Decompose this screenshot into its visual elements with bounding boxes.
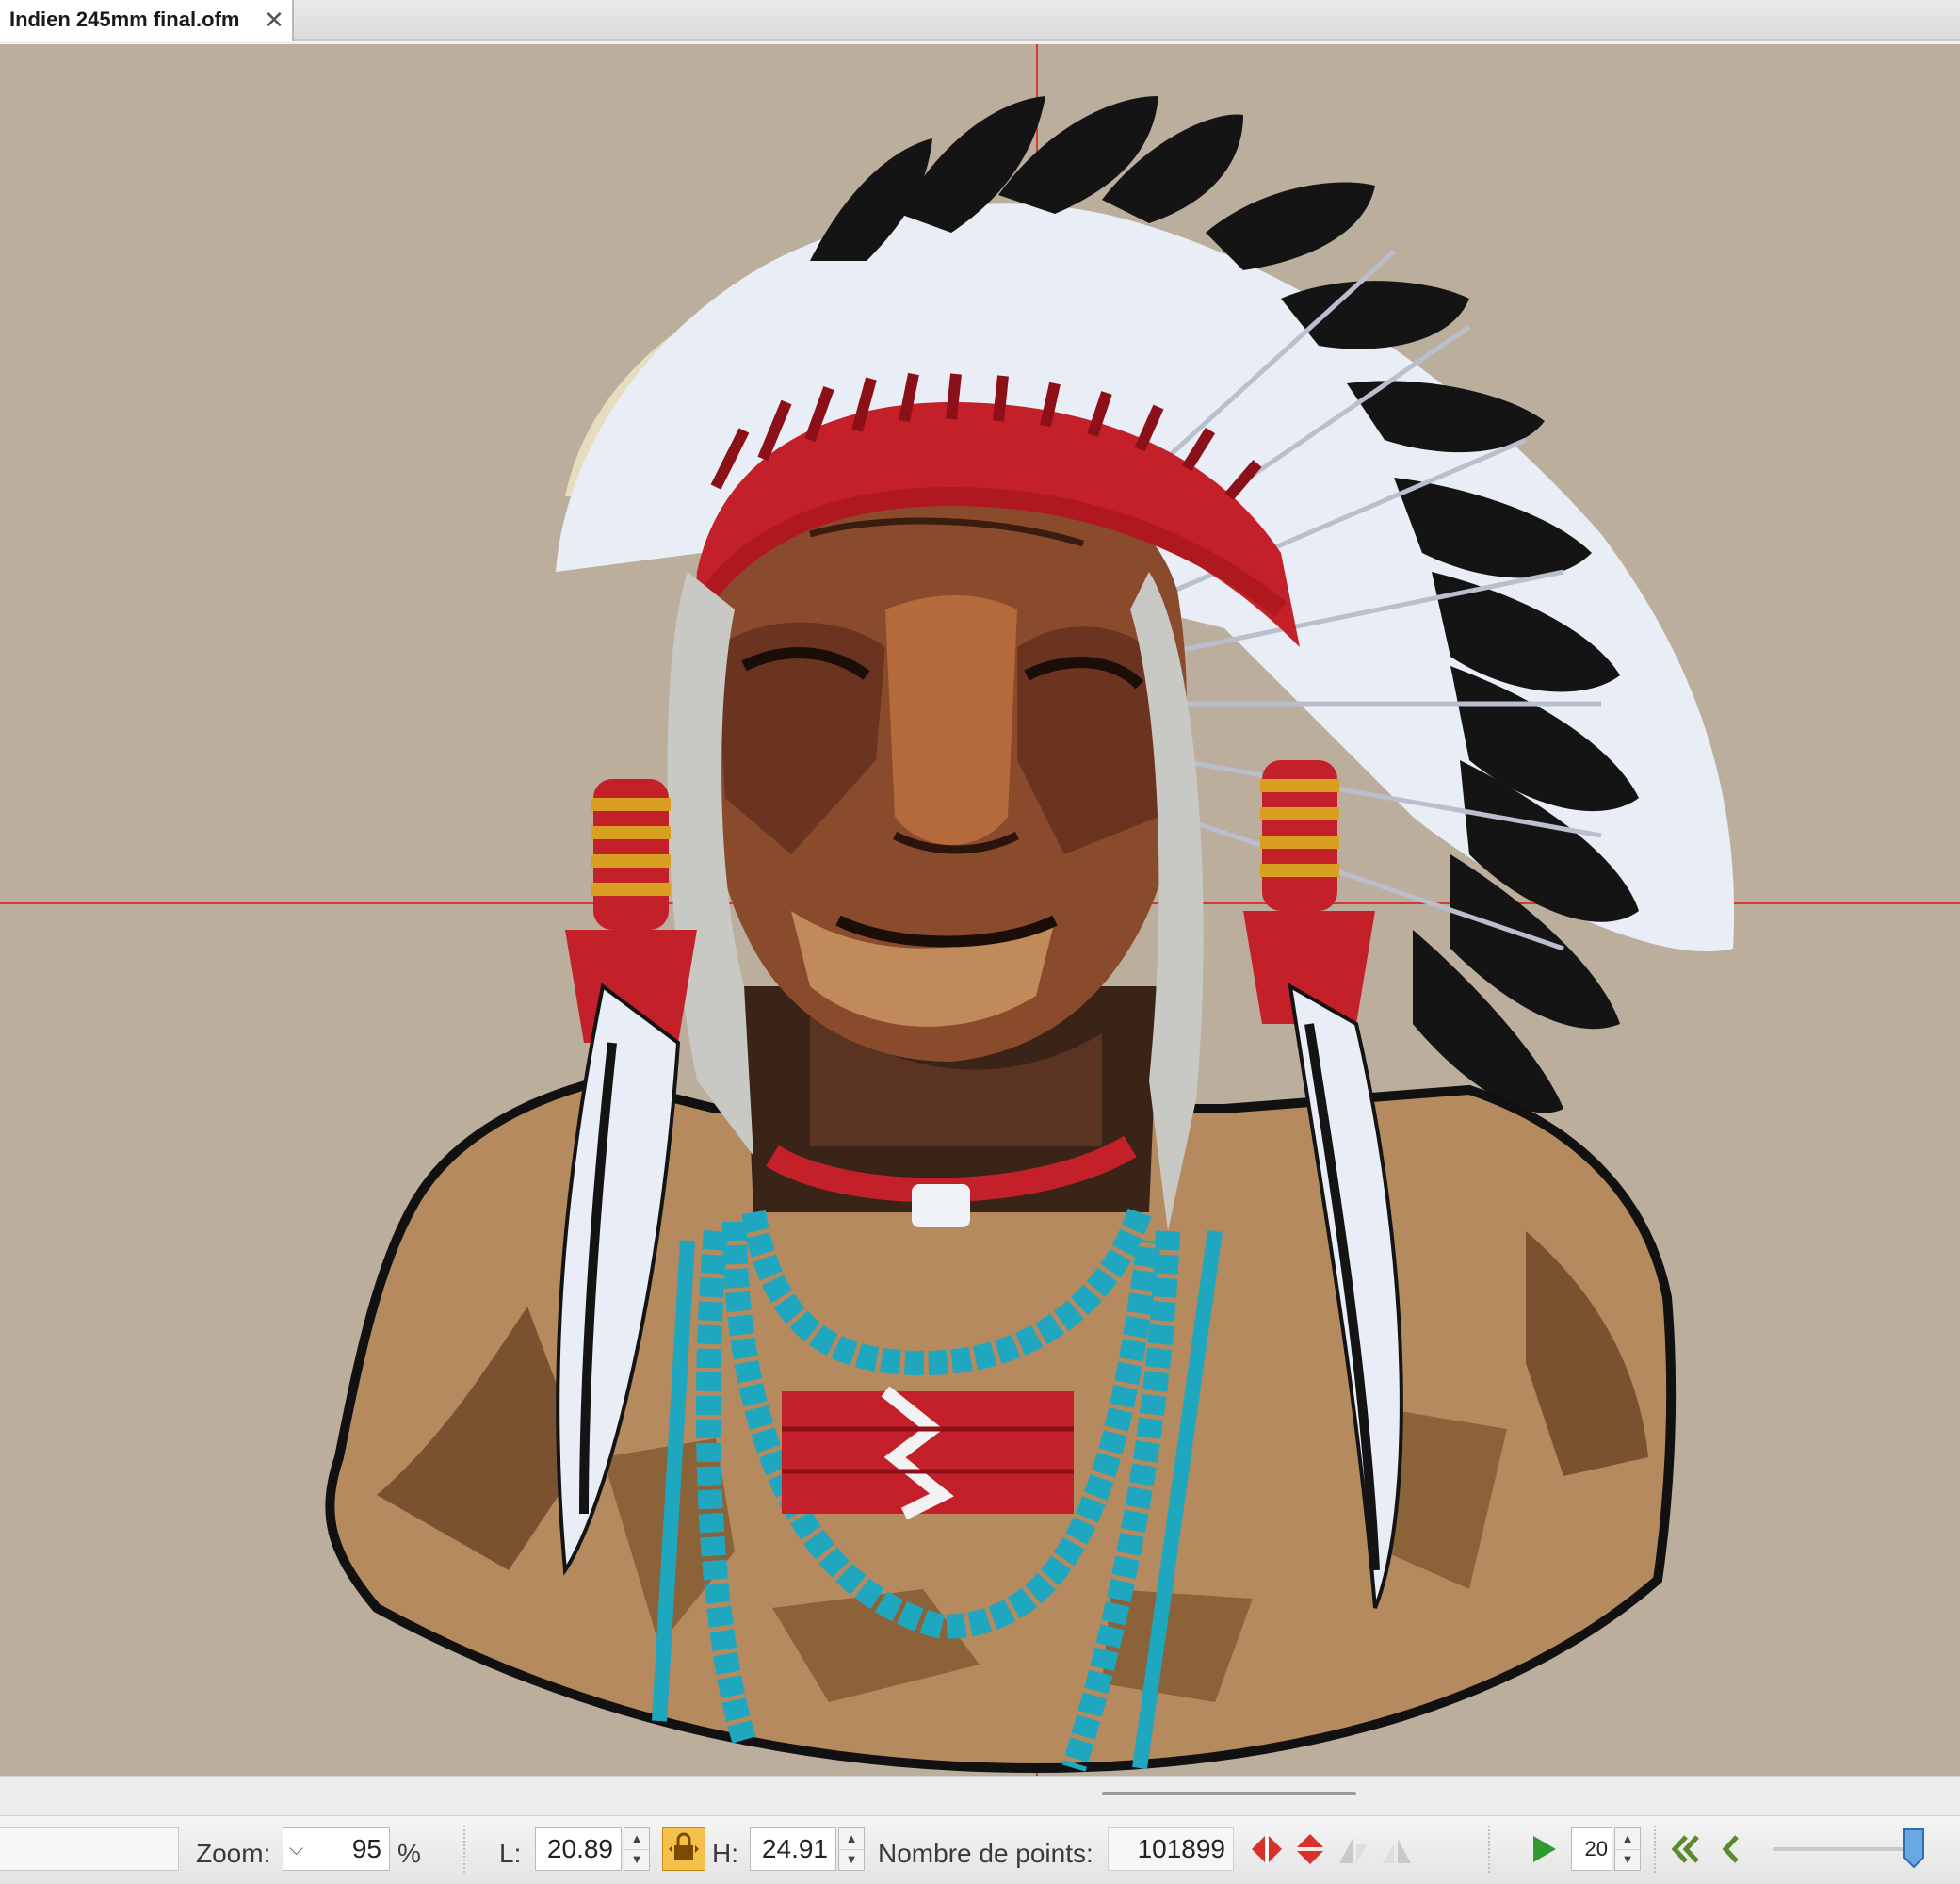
scrollbar-thumb[interactable] bbox=[1102, 1792, 1356, 1795]
spin-up-icon[interactable]: ▲ bbox=[624, 1828, 649, 1850]
flip-horizontal-icon[interactable] bbox=[1249, 1831, 1285, 1867]
toolbar-separator bbox=[463, 1826, 467, 1873]
position-slider-track[interactable] bbox=[1773, 1847, 1914, 1851]
spin-up-icon[interactable]: ▲ bbox=[839, 1828, 864, 1850]
step-value: 20 bbox=[1584, 1837, 1608, 1860]
spin-down-icon[interactable]: ▼ bbox=[624, 1849, 649, 1870]
points-field: 101899 bbox=[1108, 1827, 1234, 1871]
mirror-left-icon[interactable] bbox=[1336, 1831, 1371, 1867]
points-value: 101899 bbox=[1137, 1834, 1225, 1863]
status-toolbar: Zoom: ⌵ 95 % L: 20.89 ▲ ▼ H: 24.91 ▲ ▼ N… bbox=[0, 1815, 1960, 1884]
zoom-label: Zoom: bbox=[196, 1839, 271, 1868]
play-icon[interactable] bbox=[1528, 1833, 1560, 1865]
width-field[interactable]: 20.89 bbox=[535, 1827, 622, 1871]
document-tab-bar: Indien 245mm final.ofm ✕ bbox=[0, 0, 1960, 41]
document-tab[interactable]: Indien 245mm final.ofm ✕ bbox=[0, 0, 294, 41]
lock-ratio-icon[interactable] bbox=[662, 1827, 705, 1871]
toolbar-separator bbox=[1654, 1826, 1658, 1873]
spin-down-icon[interactable]: ▼ bbox=[1615, 1849, 1640, 1870]
height-field[interactable]: 24.91 bbox=[750, 1827, 836, 1871]
zoom-value: 95 bbox=[351, 1834, 381, 1863]
slider-handle-icon[interactable] bbox=[1903, 1827, 1925, 1869]
mirror-right-icon[interactable] bbox=[1379, 1831, 1415, 1867]
breastplate bbox=[782, 1386, 1074, 1520]
step-back-icon[interactable] bbox=[1712, 1831, 1748, 1867]
design-canvas[interactable] bbox=[0, 44, 1960, 1776]
toolbar-separator bbox=[1488, 1826, 1492, 1873]
step-spinner[interactable]: ▲ ▼ bbox=[1614, 1827, 1641, 1871]
height-label: H: bbox=[712, 1839, 738, 1868]
rewind-icon[interactable] bbox=[1667, 1831, 1703, 1867]
points-label: Nombre de points: bbox=[878, 1839, 1093, 1868]
height-spinner[interactable]: ▲ ▼ bbox=[838, 1827, 865, 1871]
zoom-combobox[interactable]: ⌵ 95 bbox=[283, 1827, 390, 1871]
zoom-unit: % bbox=[397, 1839, 421, 1868]
width-spinner[interactable]: ▲ ▼ bbox=[624, 1827, 650, 1871]
width-label: L: bbox=[499, 1839, 522, 1868]
status-field-empty bbox=[0, 1827, 179, 1871]
close-icon[interactable]: ✕ bbox=[262, 8, 286, 32]
step-field[interactable]: 20 bbox=[1571, 1827, 1612, 1871]
width-value: 20.89 bbox=[546, 1834, 613, 1863]
spin-down-icon[interactable]: ▼ bbox=[839, 1849, 864, 1870]
flip-vertical-icon[interactable] bbox=[1292, 1831, 1328, 1867]
height-value: 24.91 bbox=[761, 1834, 828, 1863]
chevron-down-icon[interactable]: ⌵ bbox=[289, 1828, 303, 1870]
horizontal-scrollbar[interactable] bbox=[0, 1776, 1960, 1815]
document-tab-title: Indien 245mm final.ofm bbox=[9, 8, 240, 31]
embroidery-design-preview bbox=[0, 44, 1960, 1776]
spin-up-icon[interactable]: ▲ bbox=[1615, 1828, 1640, 1850]
right-dangle bbox=[1243, 760, 1375, 1024]
